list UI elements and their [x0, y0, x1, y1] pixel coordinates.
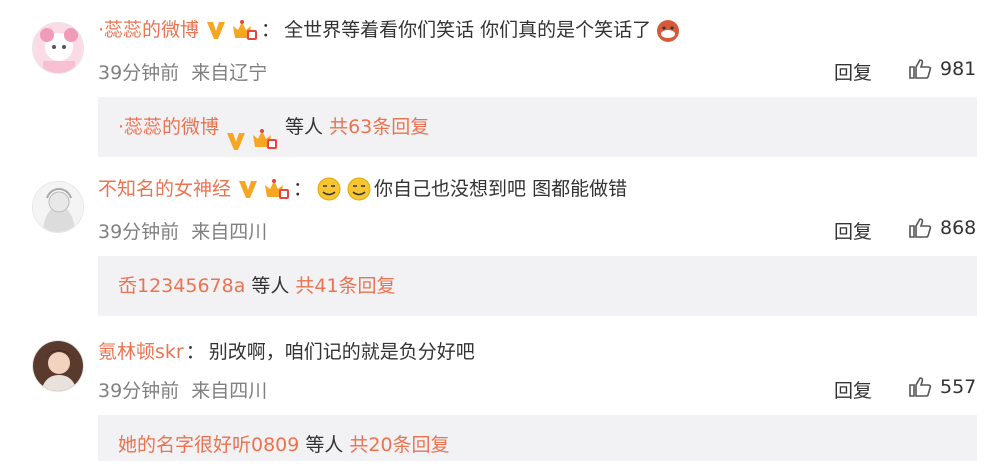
- emoji-icon: [346, 176, 372, 202]
- sub-replies[interactable]: 她的名字很好听0809 等人 共20条回复: [98, 415, 977, 461]
- colon: ：: [185, 341, 205, 363]
- timestamp: 39分钟前: [98, 221, 180, 243]
- sub-reply-total[interactable]: 共20条回复: [349, 422, 449, 468]
- sub-reply-mid: 等人: [305, 434, 344, 456]
- timestamp: 39分钟前: [98, 62, 180, 84]
- username[interactable]: 氪林顿skr: [98, 339, 184, 365]
- reply-button[interactable]: 回复: [834, 376, 872, 403]
- vip-v-icon: [205, 19, 227, 41]
- like-button[interactable]: 557: [908, 376, 976, 398]
- location: 来自四川: [191, 380, 268, 402]
- sub-reply-mid: 等人: [285, 116, 324, 138]
- sub-reply-user[interactable]: 岙12345678a: [118, 256, 245, 316]
- comment-meta: 39分钟前 来自四川: [98, 376, 267, 403]
- emoji-icon: [316, 176, 342, 202]
- avatar[interactable]: [32, 22, 84, 74]
- comment-line: 氪林顿skr ： 别改啊，咱们记的就是负分好吧: [98, 339, 475, 365]
- timestamp: 39分钟前: [98, 380, 180, 402]
- like-count: 868: [940, 217, 977, 239]
- thumbs-up-icon: [909, 59, 932, 79]
- like-count: 557: [940, 376, 977, 398]
- sub-reply-user[interactable]: 她的名字很好听0809: [118, 422, 299, 468]
- sub-reply-total[interactable]: 共41条回复: [295, 256, 395, 316]
- sub-reply-mid: 等人: [251, 275, 290, 297]
- comment-text: 全世界等着看你们笑话 你们真的是个笑话了: [284, 19, 652, 41]
- comment-line: 不知名的女神经 ： 你自己也没想到吧 图都能做错: [98, 176, 627, 202]
- avatar[interactable]: [32, 181, 84, 233]
- comment-meta: 39分钟前 来自四川: [98, 217, 267, 244]
- like-button[interactable]: 868: [908, 217, 976, 239]
- sub-replies[interactable]: ·蕊蕊的微博 等人 共63条回复: [98, 97, 977, 157]
- colon: ：: [293, 178, 313, 200]
- thumbs-up-icon: [909, 218, 932, 238]
- sub-reply-user[interactable]: ·蕊蕊的微博: [118, 97, 219, 157]
- colon: ：: [261, 19, 281, 41]
- crown-badge-icon: [251, 115, 279, 149]
- reply-button[interactable]: 回复: [834, 58, 872, 85]
- comment-line: ·蕊蕊的微博 ： 全世界等着看你们笑话 你们真的是个笑话了: [98, 17, 681, 43]
- comment-text: 别改啊，咱们记的就是负分好吧: [208, 341, 475, 363]
- location: 来自四川: [191, 221, 268, 243]
- vip-v-icon: [225, 116, 247, 150]
- emoji-icon: [655, 17, 681, 43]
- crown-badge-icon: [263, 177, 291, 201]
- sub-replies[interactable]: 岙12345678a 等人 共41条回复: [98, 256, 977, 316]
- thumbs-up-icon: [909, 377, 932, 397]
- vip-v-icon: [237, 178, 259, 200]
- username[interactable]: ·蕊蕊的微博: [98, 17, 199, 43]
- crown-badge-icon: [231, 18, 259, 42]
- sub-reply-total[interactable]: 共63条回复: [329, 97, 429, 157]
- reply-button[interactable]: 回复: [834, 217, 872, 244]
- username[interactable]: 不知名的女神经: [98, 176, 231, 202]
- comment-text: 你自己也没想到吧 图都能做错: [374, 178, 628, 200]
- like-button[interactable]: 981: [908, 58, 976, 80]
- avatar[interactable]: [32, 340, 84, 392]
- comment-meta: 39分钟前 来自辽宁: [98, 58, 267, 85]
- location: 来自辽宁: [191, 62, 268, 84]
- like-count: 981: [940, 58, 977, 80]
